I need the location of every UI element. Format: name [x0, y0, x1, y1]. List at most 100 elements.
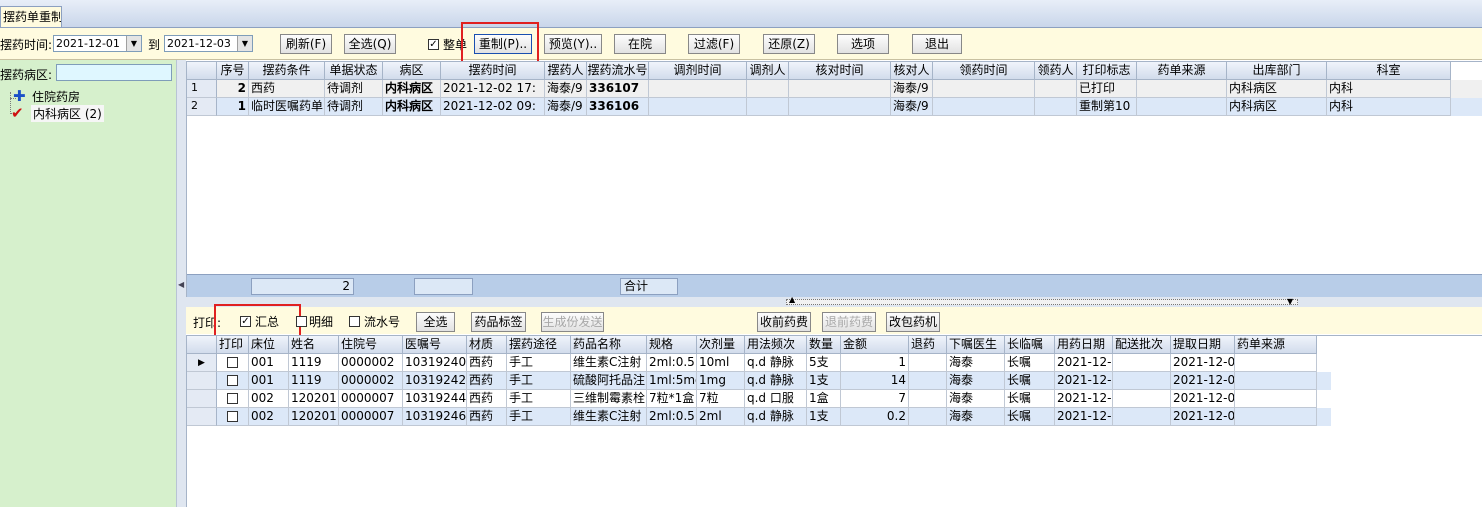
- whole-checkbox[interactable]: ✓: [428, 39, 439, 50]
- cell-print[interactable]: [217, 354, 249, 372]
- column-header[interactable]: 摆药途径: [507, 336, 571, 354]
- dispense-list-grid: 序号 摆药条件 单据状态 病区 摆药时间 摆药人 摆药流水号 调剂时间 调剂人 核对时间 核对人 领药…: [186, 61, 1482, 297]
- column-header[interactable]: 药单来源: [1137, 62, 1227, 80]
- ward-input[interactable]: [56, 64, 172, 81]
- column-header[interactable]: 摆药人: [545, 62, 587, 80]
- filter-button[interactable]: 过滤(F): [688, 34, 740, 54]
- column-header[interactable]: 出库部门: [1227, 62, 1327, 80]
- cell-print: 重制第10: [1077, 98, 1137, 116]
- cell-print[interactable]: [217, 372, 249, 390]
- cell-dose: 7粒: [697, 390, 745, 408]
- detail-select-all-button[interactable]: 全选: [416, 312, 455, 332]
- column-header[interactable]: 下嘱医生: [947, 336, 1005, 354]
- select-all-button[interactable]: 全选(Q): [344, 34, 396, 54]
- cell-amount: 7: [841, 390, 909, 408]
- column-header[interactable]: 提取日期: [1171, 336, 1235, 354]
- column-header[interactable]: 打印标志: [1077, 62, 1137, 80]
- print-checkbox[interactable]: [227, 393, 238, 404]
- date-from-picker[interactable]: 2021-12-01 ▼: [53, 35, 142, 52]
- collapse-arrow-icon[interactable]: ◀: [178, 280, 184, 292]
- column-header[interactable]: 用药日期: [1055, 336, 1113, 354]
- print-checkbox[interactable]: [227, 357, 238, 368]
- print-checkbox[interactable]: [227, 375, 238, 386]
- drug-label-button[interactable]: 药品标签: [471, 312, 526, 332]
- cell-office: 内科: [1327, 80, 1451, 98]
- print-checkbox[interactable]: [227, 411, 238, 422]
- tree-item-pharmacy[interactable]: 住院药房: [32, 88, 80, 105]
- restore-button[interactable]: 还原(Z): [763, 34, 815, 54]
- column-header[interactable]: 摆药时间: [441, 62, 545, 80]
- cell-use_date: 2021-12-: [1055, 354, 1113, 372]
- to-label: 到: [148, 38, 161, 52]
- table-row[interactable]: 0011119000000210319242西药手工硫酸阿托品注1ml:5mg1…: [187, 372, 1331, 390]
- cell-dose: 2ml: [697, 408, 745, 426]
- column-header[interactable]: 药品名称: [571, 336, 647, 354]
- exit-button[interactable]: 退出: [912, 34, 962, 54]
- grid-footer: 2 合计: [187, 274, 1482, 297]
- cell-print[interactable]: [217, 390, 249, 408]
- column-header[interactable]: 领药时间: [933, 62, 1035, 80]
- cell-taker: [1035, 80, 1077, 98]
- column-header[interactable]: 退药: [909, 336, 947, 354]
- column-header[interactable]: 规格: [647, 336, 697, 354]
- column-header[interactable]: 配送批次: [1113, 336, 1171, 354]
- cell-type: 长嘱: [1005, 390, 1055, 408]
- table-row[interactable]: 002 120201 0000007 10319246 西药 手工 维生素C注射 2ml:0.…: [187, 408, 1331, 426]
- column-header[interactable]: 摆药流水号: [587, 62, 649, 80]
- column-header[interactable]: 核对时间: [789, 62, 891, 80]
- column-header[interactable]: 单据状态: [325, 62, 383, 80]
- column-header[interactable]: 病区: [383, 62, 441, 80]
- column-header[interactable]: 次剂量: [697, 336, 745, 354]
- cell-route: 手工: [507, 408, 571, 426]
- down-arrow-icon[interactable]: ▼: [1287, 297, 1293, 306]
- column-header[interactable]: 床位: [249, 336, 289, 354]
- dropdown-arrow-icon[interactable]: ▼: [126, 36, 141, 51]
- cell-print[interactable]: [217, 408, 249, 426]
- up-arrow-icon[interactable]: ▲: [789, 295, 795, 304]
- column-header[interactable]: 姓名: [289, 336, 339, 354]
- column-header[interactable]: 打印: [217, 336, 249, 354]
- serial-checkbox[interactable]: [349, 316, 360, 327]
- column-header[interactable]: 科室: [1327, 62, 1451, 80]
- cell-source: [1235, 372, 1317, 390]
- column-header[interactable]: 医嘱号: [403, 336, 467, 354]
- column-header[interactable]: 药单来源: [1235, 336, 1317, 354]
- dropdown-arrow-icon[interactable]: ▼: [237, 36, 252, 51]
- cell-office: 内科: [1327, 98, 1451, 116]
- table-row[interactable]: 1 2 西药 待调剂 内科病区 2021-12-02 17: 海泰/9 336107 海泰/9 已…: [187, 80, 1482, 98]
- generate-send-button[interactable]: 生成份发送: [541, 312, 604, 332]
- redo-button[interactable]: 重制(P)..: [474, 34, 532, 54]
- table-row[interactable]: ▶ 001 1119 0000002 10319240 西药 手工 维生素C注射 2ml:0.5…: [187, 354, 1331, 372]
- column-header[interactable]: 核对人: [891, 62, 933, 80]
- column-header[interactable]: 金额: [841, 336, 909, 354]
- date-to-picker[interactable]: 2021-12-03 ▼: [164, 35, 253, 52]
- table-row[interactable]: 2 1 临时医嘱药单 待调剂 内科病区 2021-12-02 09: 海泰/9 336106 海…: [187, 98, 1482, 116]
- cell-type: 长嘱: [1005, 408, 1055, 426]
- column-header[interactable]: 序号: [217, 62, 249, 80]
- cell-doctor: 海泰: [947, 408, 1005, 426]
- column-header[interactable]: 调剂人: [747, 62, 789, 80]
- collect-fee-button[interactable]: 收前药费: [757, 312, 811, 332]
- column-header[interactable]: 摆药条件: [249, 62, 325, 80]
- horizontal-splitter[interactable]: ▲ ▼: [186, 295, 1482, 307]
- summary-checkbox[interactable]: ✓: [240, 316, 251, 327]
- cell-qty: 5支: [807, 354, 841, 372]
- column-header[interactable]: 住院号: [339, 336, 403, 354]
- column-header[interactable]: 长临嘱: [1005, 336, 1055, 354]
- detail-checkbox[interactable]: [296, 316, 307, 327]
- refund-fee-button[interactable]: 退前药费: [822, 312, 876, 332]
- inpatient-button[interactable]: 在院: [614, 34, 666, 54]
- column-header[interactable]: 用法频次: [745, 336, 807, 354]
- column-header[interactable]: 材质: [467, 336, 507, 354]
- preview-button[interactable]: 预览(Y)..: [544, 34, 602, 54]
- tab-dispensing-redo[interactable]: 摆药单重制: [0, 6, 62, 27]
- cell-cond: 西药: [249, 80, 325, 98]
- column-header[interactable]: 调剂时间: [649, 62, 747, 80]
- options-button[interactable]: 选项: [837, 34, 889, 54]
- refresh-button[interactable]: 刷新(F): [280, 34, 332, 54]
- column-header[interactable]: 数量: [807, 336, 841, 354]
- column-header[interactable]: 领药人: [1035, 62, 1077, 80]
- tree-item-ward[interactable]: 内科病区 (2): [31, 105, 104, 122]
- table-row[interactable]: 002 120201 0000007 10319244 西药 手工 三维制霉素栓 7粒*1盒 7…: [187, 390, 1331, 408]
- repack-button[interactable]: 改包药机: [886, 312, 940, 332]
